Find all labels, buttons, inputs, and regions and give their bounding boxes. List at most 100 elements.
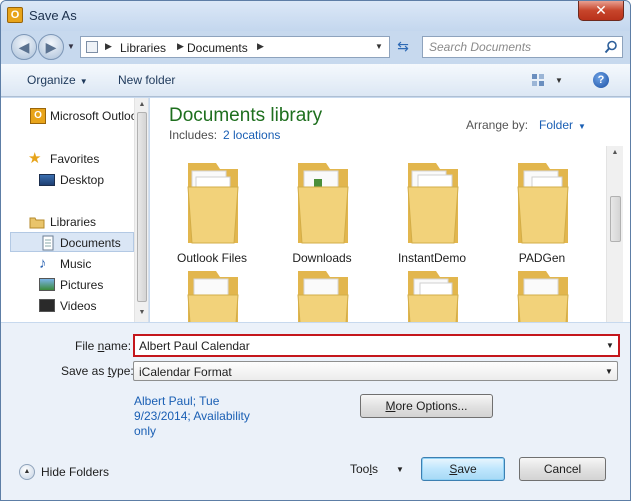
chevron-down-icon: ▼ [578, 122, 586, 131]
search-box[interactable] [422, 36, 623, 58]
folder-name: PADGen [518, 251, 566, 265]
nav-item-label: Pictures [60, 278, 104, 292]
libraries-icon [29, 217, 45, 229]
nav-item-microsoft-outlook[interactable]: O Microsoft Outlook [1, 106, 134, 126]
folder-name: Downloads [292, 251, 352, 265]
documents-icon [42, 235, 54, 251]
label-text: ype: [111, 364, 134, 378]
folder-item[interactable] [382, 265, 482, 322]
item-metadata-text: Albert Paul; Tue 9/23/2014; Availability… [134, 394, 250, 438]
outlook-icon: O [30, 108, 46, 124]
more-options-button[interactable]: More Options... [360, 394, 493, 418]
chevron-down-icon: ▼ [79, 77, 88, 86]
breadcrumb-separator-icon[interactable]: ▶ [105, 41, 112, 52]
folder-location-icon [86, 41, 98, 53]
help-icon[interactable]: ? [593, 72, 609, 88]
folder-item[interactable] [272, 265, 372, 322]
nav-item-documents[interactable]: Documents [10, 232, 134, 252]
folder-icon [297, 163, 349, 244]
folder-name: Outlook Files [176, 251, 248, 265]
videos-icon [39, 299, 55, 312]
button-label: Too [350, 462, 370, 476]
save-as-dialog: O Save As ✕ ◀ ▶ ▼ ▶ Libraries ▶ Document… [0, 0, 631, 501]
folder-item[interactable]: PADGen [492, 157, 592, 265]
file-name-label: File name: [75, 339, 131, 353]
includes-label: Includes: [169, 128, 218, 142]
folder-icon [517, 271, 569, 322]
outlook-icon: O [7, 7, 23, 23]
search-icon[interactable] [604, 40, 618, 54]
folder-item[interactable]: Downloads [272, 157, 372, 265]
arrange-by-label: Arrange by: [466, 118, 529, 132]
scroll-down-icon[interactable]: ▼ [135, 306, 148, 320]
button-accesskey: M [385, 399, 396, 413]
nav-item-favorites[interactable]: ★ Favorites [1, 149, 134, 169]
new-folder-button[interactable]: New folder [118, 73, 175, 87]
scroll-up-icon[interactable]: ▲ [135, 98, 148, 112]
nav-item-libraries[interactable]: Libraries [1, 212, 134, 232]
nav-item-videos[interactable]: Videos [1, 296, 134, 316]
organize-button[interactable]: Organize ▼ [27, 73, 88, 87]
nav-item-label: Favorites [50, 152, 100, 166]
music-icon: ♪ [39, 255, 47, 272]
folder-item[interactable] [492, 265, 592, 322]
nav-item-desktop[interactable]: Desktop [1, 170, 134, 190]
navigation-pane: O Microsoft Outlook ★ Favorites Desktop … [1, 98, 149, 322]
back-button[interactable]: ◀ [11, 34, 37, 60]
nav-item-music[interactable]: ♪ Music [1, 254, 134, 274]
folder-item[interactable]: Outlook Files [162, 157, 262, 265]
file-list-pane: Documents library Includes: 2 locations … [150, 98, 630, 322]
recent-locations-dropdown[interactable]: ▼ [67, 42, 75, 51]
button-label: ore Options... [395, 399, 468, 413]
file-name-field[interactable]: ▼ [133, 334, 620, 357]
star-icon: ★ [28, 150, 42, 167]
file-name-input[interactable] [139, 338, 599, 354]
navigation-scrollbar[interactable]: ▲ ▼ [134, 98, 148, 322]
refresh-button[interactable]: ⇆ [393, 38, 413, 56]
breadcrumb-separator-icon[interactable]: ▶ [177, 41, 184, 52]
address-bar[interactable]: ▶ Libraries ▶ Documents ▶ ▼ [80, 36, 390, 58]
cancel-button[interactable]: Cancel [519, 457, 606, 481]
arrange-by-dropdown[interactable]: Folder ▼ [539, 118, 586, 132]
breadcrumb-documents[interactable]: Documents [187, 41, 248, 55]
chevron-up-icon: ▲ [19, 464, 35, 480]
save-form: File name: ▼ Save as type: iCalendar For… [1, 323, 630, 500]
organize-label: Organize [27, 73, 76, 87]
breadcrumb-libraries[interactable]: Libraries [120, 41, 166, 55]
view-options-dropdown[interactable]: ▼ [555, 76, 563, 85]
scrollbar-thumb[interactable] [610, 196, 621, 242]
address-row: ◀ ▶ ▼ ▶ Libraries ▶ Documents ▶ ▼ ⇆ [1, 31, 630, 63]
folder-name: InstantDemo [397, 251, 467, 265]
arrange-by-value: Folder [539, 118, 574, 132]
file-list-scrollbar[interactable]: ▲ [606, 146, 623, 322]
save-button[interactable]: Save [421, 457, 505, 481]
pictures-icon [39, 278, 55, 291]
chevron-down-icon[interactable]: ▼ [606, 341, 614, 350]
nav-item-pictures[interactable]: Pictures [1, 275, 134, 295]
label-text: ame: [104, 339, 132, 353]
locations-link[interactable]: 2 locations [223, 128, 280, 142]
folder-icon [187, 163, 239, 244]
scrollbar-thumb[interactable] [137, 112, 147, 302]
close-button[interactable]: ✕ [578, 1, 624, 21]
label-text: Save as [61, 364, 108, 378]
folder-item[interactable] [162, 265, 262, 322]
chevron-down-icon[interactable]: ▼ [605, 367, 613, 376]
tools-button[interactable]: Tools [350, 462, 378, 476]
hide-folders-label: Hide Folders [41, 465, 110, 479]
save-as-type-select[interactable]: iCalendar Format ▼ [133, 361, 618, 381]
folder-icon [407, 271, 459, 322]
change-view-icon[interactable] [531, 73, 545, 87]
folder-item[interactable]: InstantDemo [382, 157, 482, 265]
search-input[interactable] [423, 37, 599, 57]
label-text: File [75, 339, 98, 353]
address-dropdown-icon[interactable]: ▼ [375, 42, 383, 51]
title-bar: O Save As ✕ [1, 1, 630, 31]
save-as-type-label: Save as type: [61, 364, 134, 378]
folder-icon [297, 271, 349, 322]
scroll-up-icon[interactable]: ▲ [608, 146, 622, 160]
forward-button[interactable]: ▶ [38, 34, 64, 60]
library-title: Documents library [169, 105, 323, 126]
breadcrumb-separator-icon[interactable]: ▶ [257, 41, 264, 52]
chevron-down-icon[interactable]: ▼ [396, 465, 404, 474]
